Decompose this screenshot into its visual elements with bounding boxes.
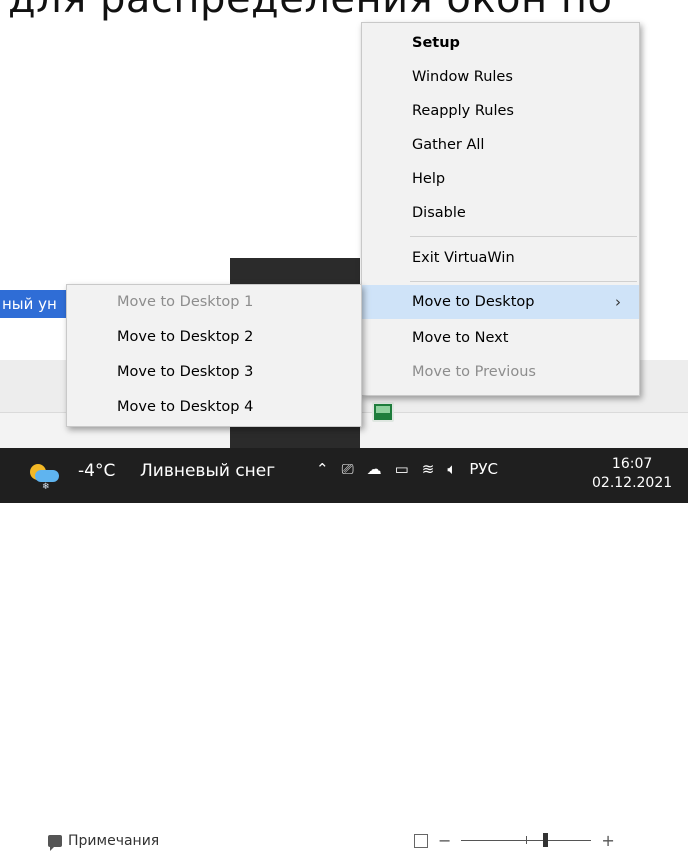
snowflake-icon: ❄: [42, 482, 50, 492]
menu-item-label: Move to Desktop: [412, 294, 535, 310]
system-tray: ⌃ ⎚ ☁ ▭ ≋ 🔈︎ РУС: [316, 460, 498, 478]
comment-icon: [48, 835, 62, 851]
menu-item-move-to-desktop[interactable]: Move to Desktop ›: [362, 285, 639, 319]
virtuawin-tray-icon[interactable]: [372, 402, 394, 422]
virtuawin-context-menu: Setup Window Rules Reapply Rules Gather …: [361, 22, 640, 396]
zoom-slider[interactable]: [461, 833, 592, 847]
zoom-in-button[interactable]: +: [601, 831, 614, 850]
clock-date: 02.12.2021: [592, 475, 673, 491]
battery-icon[interactable]: ▭: [395, 460, 409, 478]
menu-item-gather-all[interactable]: Gather All: [362, 128, 639, 162]
language-indicator[interactable]: РУС: [469, 460, 498, 478]
submenu-item-desktop-1: Move to Desktop 1: [117, 294, 254, 310]
weather-icon[interactable]: ❄: [30, 462, 60, 492]
volume-icon[interactable]: 🔈︎: [447, 460, 456, 478]
menu-item-window-rules[interactable]: Window Rules: [362, 60, 639, 94]
zoom-slider-thumb[interactable]: [543, 833, 549, 847]
zoom-mid-tick: [526, 836, 528, 844]
chevron-up-icon[interactable]: ⌃: [316, 460, 329, 478]
menu-item-move-to-previous: Move to Previous: [412, 364, 536, 380]
menu-item-reapply-rules[interactable]: Reapply Rules: [362, 94, 639, 128]
submenu-item-desktop-3[interactable]: Move to Desktop 3: [67, 355, 361, 389]
menu-item-disable[interactable]: Disable: [362, 196, 639, 230]
move-to-desktop-submenu: Move to Desktop 1 Move to Desktop 2 Move…: [66, 284, 362, 427]
meet-icon[interactable]: ⎚: [342, 460, 354, 478]
clock[interactable]: 16:07 02.12.2021: [592, 455, 672, 493]
menu-item-move-to-next[interactable]: Move to Next: [362, 321, 639, 355]
zoom-control[interactable]: − +: [414, 831, 615, 850]
menu-separator: [410, 236, 637, 237]
cloud-icon: [35, 470, 59, 482]
notes-label: Примечания: [68, 833, 160, 849]
wifi-icon[interactable]: ≋: [422, 460, 435, 478]
weather-temperature[interactable]: -4°C: [78, 461, 115, 481]
view-mode-icon[interactable]: [414, 833, 428, 848]
submenu-item-desktop-2[interactable]: Move to Desktop 2: [67, 320, 361, 354]
cloud-icon[interactable]: ☁: [367, 460, 382, 478]
menu-item-exit-virtuawin[interactable]: Exit VirtuaWin: [362, 241, 639, 275]
notes-button[interactable]: Примечания: [48, 833, 160, 851]
menu-separator: [410, 281, 637, 282]
document-heading: для распределения окон по: [8, 0, 613, 22]
zoom-out-button[interactable]: −: [438, 831, 451, 850]
weather-description[interactable]: Ливневый снег: [140, 461, 275, 481]
selected-text[interactable]: ный ун: [0, 290, 72, 318]
submenu-item-desktop-4[interactable]: Move to Desktop 4: [67, 390, 361, 424]
menu-item-setup[interactable]: Setup: [362, 26, 639, 60]
taskbar: ❄ -4°C Ливневый снег ⌃ ⎚ ☁ ▭ ≋ 🔈︎ РУС 16…: [0, 448, 688, 503]
submenu-arrow-icon: ›: [615, 293, 621, 311]
menu-item-help[interactable]: Help: [362, 162, 639, 196]
clock-time: 16:07: [611, 456, 653, 472]
